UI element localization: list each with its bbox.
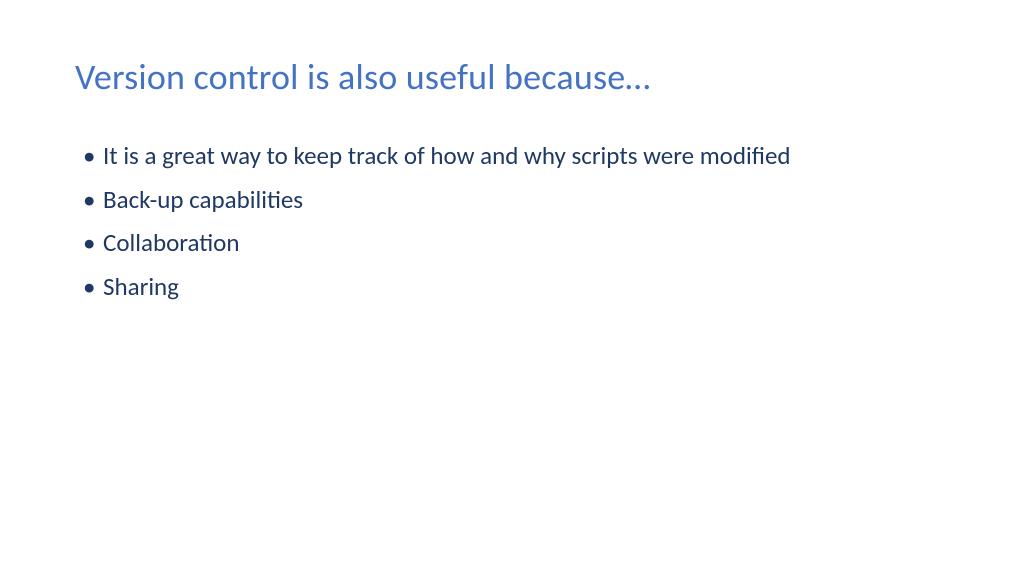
bullet-list: It is a great way to keep track of how a… [75, 137, 949, 305]
list-item: Collaboration [83, 224, 949, 262]
slide-title: Version control is also useful because… [75, 55, 949, 99]
list-item: Back-up capabilities [83, 181, 949, 219]
list-item: It is a great way to keep track of how a… [83, 137, 949, 175]
list-item: Sharing [83, 268, 949, 306]
